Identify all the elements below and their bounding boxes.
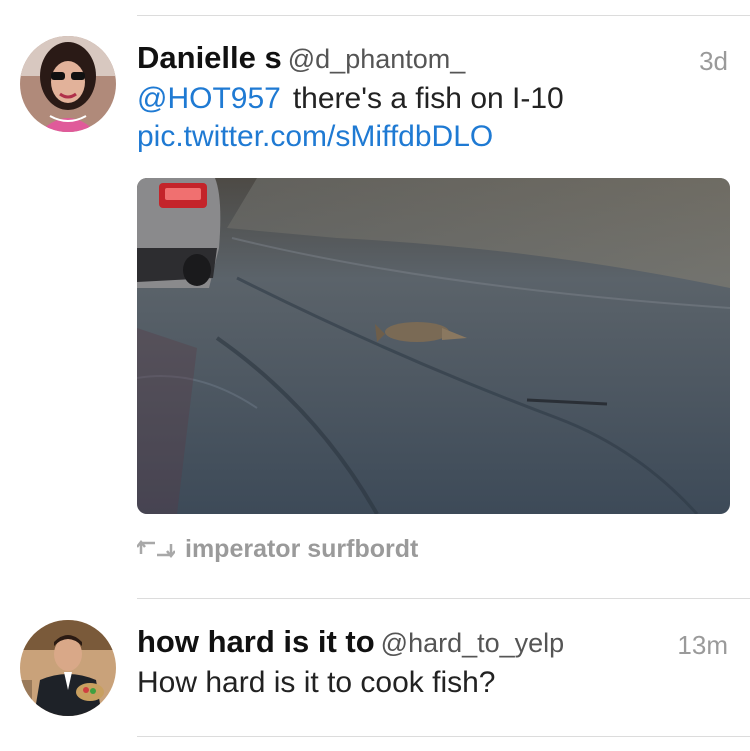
avatar[interactable] bbox=[20, 620, 116, 716]
user-name[interactable]: Danielle s bbox=[137, 40, 282, 75]
avatar-woman-sunglasses-icon bbox=[20, 36, 116, 132]
mention-link[interactable]: @HOT957 bbox=[137, 82, 281, 115]
tweet-header: how hard is it to @hard_to_yelp bbox=[137, 624, 564, 660]
retweeter-name: imperator surfbordt bbox=[185, 535, 419, 563]
media-link[interactable]: pic.twitter.com/sMiffdbDLO bbox=[137, 120, 493, 154]
user-name[interactable]: how hard is it to bbox=[137, 624, 375, 659]
user-handle[interactable]: @d_phantom_ bbox=[288, 44, 466, 74]
tweet-divider bbox=[137, 598, 750, 599]
avatar[interactable] bbox=[20, 36, 116, 132]
retweet-icon bbox=[136, 538, 176, 567]
bottom-divider bbox=[137, 736, 750, 737]
timestamp: 13m bbox=[677, 630, 728, 660]
tweet-hard-to-yelp[interactable]: how hard is it to @hard_to_yelp 13m How h… bbox=[0, 600, 750, 751]
tweet-danielle[interactable]: Danielle s @d_phantom_ 3d @HOT957 there's … bbox=[0, 0, 750, 600]
tweet-text: How hard is it to cook fish? bbox=[137, 666, 496, 700]
timeline-feed: Danielle s @d_phantom_ 3d @HOT957 there's … bbox=[0, 0, 750, 751]
timestamp: 3d bbox=[699, 46, 728, 76]
tweet-body: How hard is it to cook fish? bbox=[137, 666, 496, 699]
avatar-man-suit-icon bbox=[20, 620, 116, 716]
tweet-photo[interactable] bbox=[137, 178, 730, 514]
user-handle[interactable]: @hard_to_yelp bbox=[381, 628, 565, 658]
retweet-attribution[interactable]: imperator surfbordt bbox=[136, 535, 419, 567]
tweet-body: there's a fish on I-10 bbox=[292, 82, 564, 115]
photo-fish-on-road-icon bbox=[137, 178, 730, 514]
tweet-header: Danielle s @d_phantom_ bbox=[137, 40, 465, 76]
tweet-text: @HOT957 there's a fish on I-10 bbox=[137, 82, 564, 116]
